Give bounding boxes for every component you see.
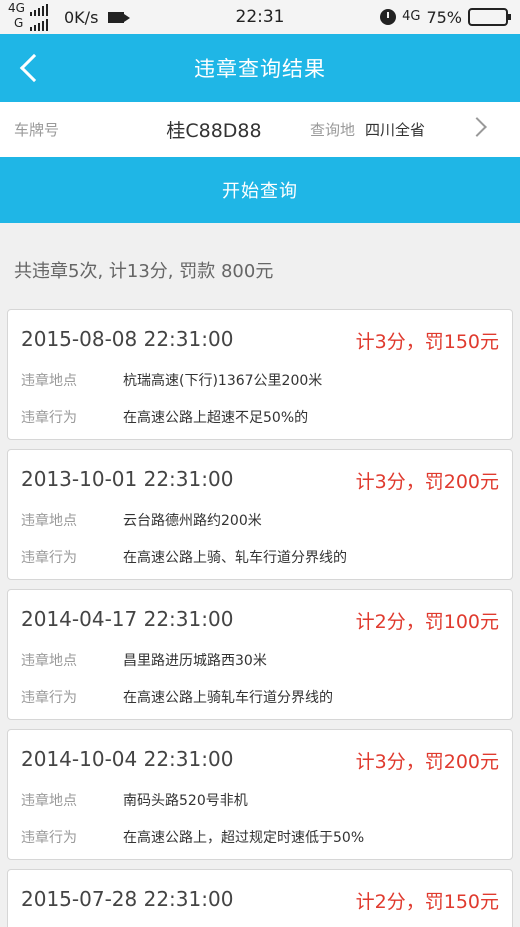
record-behavior-row: 违章行为 在高速公路上骑、轧车行道分界线的 [21, 547, 347, 567]
alarm-icon [380, 9, 397, 25]
record-datetime: 2014-04-17 22:31:00 [21, 607, 234, 631]
start-query-button[interactable]: 开始查询 [0, 157, 520, 223]
behavior-value: 在高速公路上，超过规定时速低于50% [123, 830, 365, 846]
behavior-value: 在高速公路上超速不足50%的 [123, 410, 309, 426]
location-value: 杭瑞高速(下行)1367公里200米 [123, 373, 323, 389]
plate-number: 桂C88D88 [166, 120, 262, 142]
behavior-label: 违章行为 [21, 550, 77, 566]
location-label: 违章地点 [21, 793, 77, 809]
record-datetime: 2014-10-04 22:31:00 [21, 747, 234, 771]
violation-record[interactable]: 2013-10-01 22:31:00 计3分，罚200元 违章地点 云台路德州… [7, 449, 513, 580]
location-label: 违章地点 [21, 513, 77, 529]
location-value: 昌里路进历城路西30米 [123, 653, 267, 669]
back-button[interactable] [10, 48, 50, 88]
record-location-row: 违章地点 杭瑞高速(下行)1367公里200米 [21, 370, 322, 390]
violation-record[interactable]: 2015-08-08 22:31:00 计3分，罚150元 违章地点 杭瑞高速(… [7, 309, 513, 440]
record-behavior-row: 违章行为 在高速公路上骑轧车行道分界线的 [21, 687, 333, 707]
battery-icon [468, 8, 511, 26]
behavior-label: 违章行为 [21, 690, 77, 706]
record-penalty: 计2分，罚150元 [355, 891, 499, 913]
chevron-left-icon [19, 53, 49, 83]
record-behavior-row: 违章行为 在高速公路上超速不足50%的 [21, 407, 308, 427]
app-header: 违章查询结果 [0, 34, 520, 102]
record-datetime: 2013-10-01 22:31:00 [21, 467, 234, 491]
location-value: 南码头路520号非机 [123, 793, 248, 809]
record-location-row: 违章地点 云台路德州路约200米 [21, 510, 262, 530]
behavior-label: 违章行为 [21, 410, 77, 426]
behavior-value: 在高速公路上骑、轧车行道分界线的 [123, 550, 347, 566]
status-time: 22:31 [235, 7, 285, 27]
location-label: 违章地点 [21, 653, 77, 669]
location-label: 违章地点 [21, 373, 77, 389]
violation-record[interactable]: 2015-07-28 22:31:00 计2分，罚150元 [7, 869, 513, 927]
page-title: 违章查询结果 [194, 57, 326, 81]
behavior-label: 违章行为 [21, 830, 77, 846]
record-datetime: 2015-07-28 22:31:00 [21, 887, 234, 911]
record-penalty: 计3分，罚200元 [355, 751, 499, 773]
record-location-row: 违章地点 昌里路进历城路西30米 [21, 650, 267, 670]
region-label: 查询地 [310, 121, 356, 139]
violation-record[interactable]: 2014-10-04 22:31:00 计3分，罚200元 违章地点 南码头路5… [7, 729, 513, 860]
violation-record[interactable]: 2014-04-17 22:31:00 计2分，罚100元 违章地点 昌里路进历… [7, 589, 513, 720]
record-location-row: 违章地点 南码头路520号非机 [21, 790, 248, 810]
behavior-value: 在高速公路上骑轧车行道分界线的 [123, 690, 333, 706]
region-value: 四川全省 [365, 121, 426, 139]
status-bar: 4G G 0K/s 22:31 4G 75% [0, 0, 520, 34]
record-behavior-row: 违章行为 在高速公路上，超过规定时速低于50% [21, 827, 364, 847]
chevron-right-icon[interactable] [467, 117, 487, 137]
record-penalty: 计2分，罚100元 [355, 611, 499, 633]
record-penalty: 计3分，罚200元 [355, 471, 499, 493]
plate-label: 车牌号 [14, 121, 60, 139]
record-datetime: 2015-08-08 22:31:00 [21, 327, 234, 351]
location-value: 云台路德州路约200米 [123, 513, 262, 529]
record-penalty: 计3分，罚150元 [355, 331, 499, 353]
violation-summary: 共违章5次, 计13分, 罚款 800元 [14, 261, 274, 282]
query-info-row[interactable]: 车牌号 桂C88D88 查询地 四川全省 [0, 102, 520, 157]
